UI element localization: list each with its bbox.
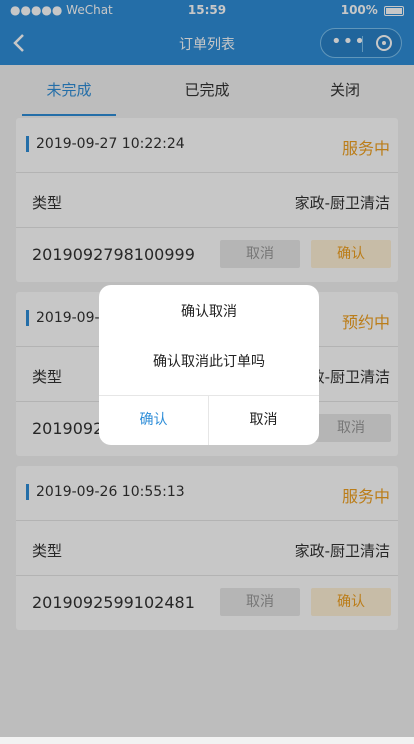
dialog-confirm-button[interactable]: 确认 <box>99 396 208 445</box>
dialog-title: 确认取消 <box>181 304 237 320</box>
dialog-cancel-button[interactable]: 取消 <box>209 396 318 445</box>
dialog-message: 确认取消此订单吗 <box>153 354 265 370</box>
confirm-cancel-dialog: 确认取消 确认取消此订单吗 确认 取消 <box>99 285 319 445</box>
bottom-strip <box>0 737 414 744</box>
